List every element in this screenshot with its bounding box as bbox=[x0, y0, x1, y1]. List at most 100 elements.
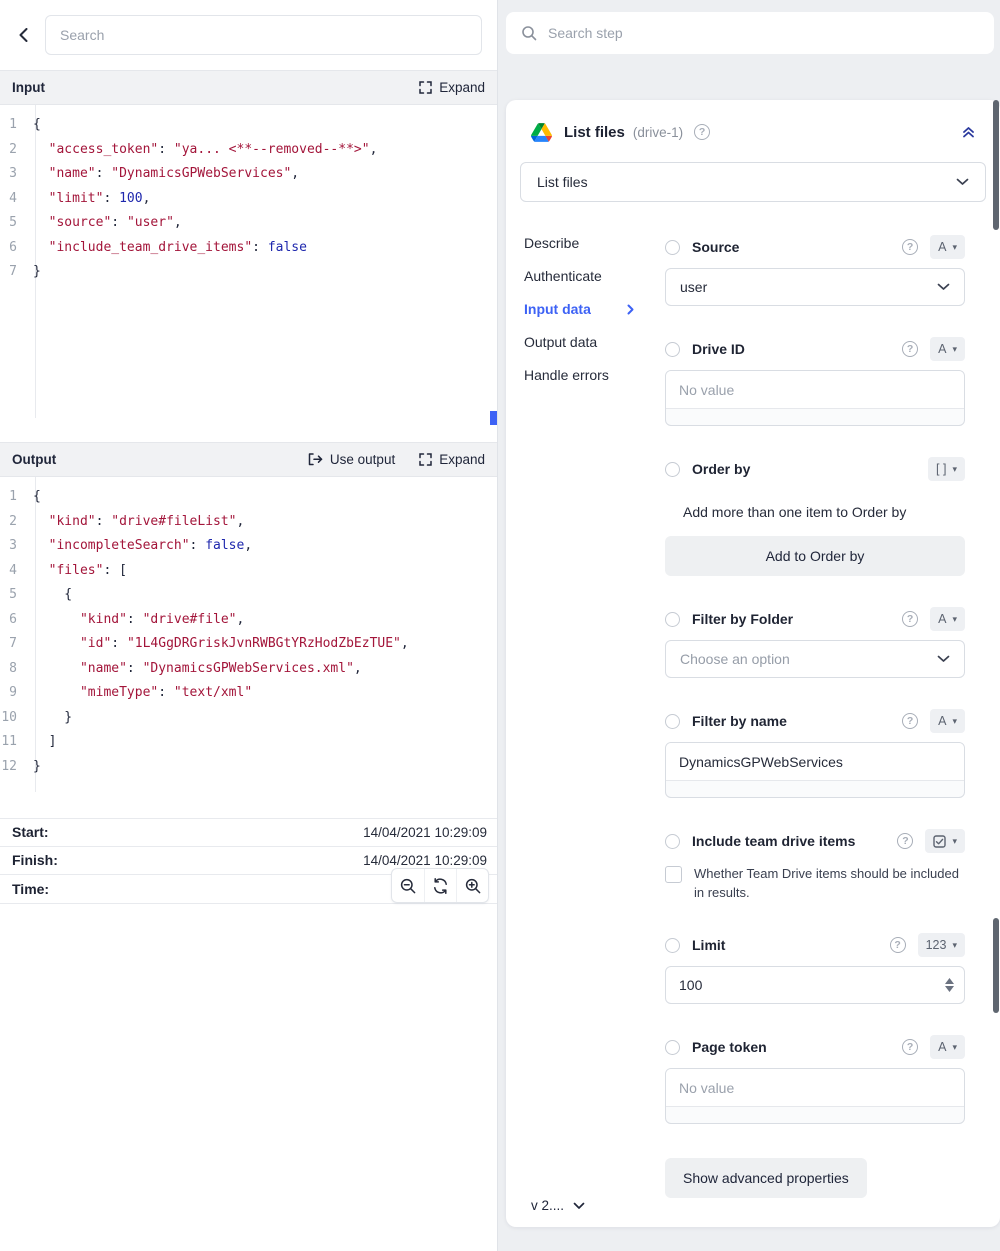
version-selector[interactable]: v 2.... bbox=[531, 1198, 585, 1213]
stepper-up-icon bbox=[945, 978, 954, 984]
field-radio[interactable] bbox=[665, 612, 680, 627]
field-order-by: Order by [ ] Add more than one item to O… bbox=[665, 458, 965, 576]
output-code-editor[interactable]: 1{2 "kind": "drive#fileList",3 "incomple… bbox=[0, 477, 497, 792]
search-input[interactable] bbox=[45, 15, 482, 55]
zoom-in-button[interactable] bbox=[456, 869, 488, 902]
config-tabs: Describe Authenticate Input data Output … bbox=[506, 224, 648, 1198]
input-code-editor[interactable]: 1{2 "access_token": "ya... <**--removed-… bbox=[0, 105, 497, 418]
filter-by-folder-select[interactable]: Choose an option bbox=[665, 640, 965, 678]
pane-resize-handle[interactable] bbox=[490, 411, 497, 425]
operation-select-value: List files bbox=[537, 174, 588, 190]
tab-authenticate[interactable]: Authenticate bbox=[524, 267, 648, 285]
tab-input-data[interactable]: Input data bbox=[524, 300, 648, 318]
code-line: 4 "limit": 100, bbox=[0, 187, 497, 212]
chevron-down-icon bbox=[937, 283, 950, 291]
type-selector[interactable]: A bbox=[930, 1035, 965, 1059]
drive-id-input-wrap bbox=[665, 370, 965, 426]
code-text: "id": "1L4GgDRGriskJvnRWBGtYRzHodZbEzTUE… bbox=[26, 632, 409, 657]
type-selector-label: 123 bbox=[926, 938, 947, 952]
show-advanced-properties-button[interactable]: Show advanced properties bbox=[665, 1158, 867, 1198]
start-value: 14/04/2021 10:29:09 bbox=[363, 825, 487, 840]
field-radio[interactable] bbox=[665, 342, 680, 357]
help-icon[interactable] bbox=[902, 239, 918, 255]
input-data-form: Source A user Drive ID bbox=[648, 224, 1000, 1198]
add-to-order-by-button[interactable]: Add to Order by bbox=[665, 536, 965, 576]
page-token-input[interactable] bbox=[666, 1069, 964, 1107]
field-header: Filter by name A bbox=[665, 710, 965, 732]
field-radio[interactable] bbox=[665, 1040, 680, 1055]
source-select-value: user bbox=[680, 279, 707, 295]
refresh-icon bbox=[432, 878, 449, 894]
chevron-right-icon bbox=[627, 304, 634, 315]
help-icon[interactable] bbox=[694, 124, 710, 140]
filter-by-folder-select-value: Choose an option bbox=[680, 651, 790, 667]
input-expand-button[interactable]: Expand bbox=[419, 80, 485, 95]
code-text: { bbox=[26, 583, 72, 608]
source-select[interactable]: user bbox=[665, 268, 965, 306]
tab-output-data[interactable]: Output data bbox=[524, 333, 648, 351]
limit-input[interactable] bbox=[668, 977, 945, 993]
type-selector-label: A bbox=[938, 240, 946, 254]
filter-by-name-input[interactable] bbox=[666, 743, 964, 781]
step-header: List files (drive-1) bbox=[506, 100, 1000, 158]
type-selector[interactable]: A bbox=[930, 607, 965, 631]
field-radio[interactable] bbox=[665, 834, 680, 849]
expand-icon bbox=[419, 81, 432, 94]
caret-down-icon bbox=[952, 344, 957, 355]
operation-select[interactable]: List files bbox=[520, 162, 986, 202]
caret-down-icon bbox=[952, 1042, 957, 1053]
help-icon[interactable] bbox=[902, 611, 918, 627]
number-stepper[interactable] bbox=[945, 978, 954, 992]
line-number: 10 bbox=[0, 706, 26, 731]
input-section-title: Input bbox=[12, 80, 45, 95]
scrollbar-thumb[interactable] bbox=[993, 918, 999, 1013]
code-line: 1{ bbox=[0, 485, 497, 510]
line-number: 7 bbox=[0, 260, 26, 285]
field-radio[interactable] bbox=[665, 462, 680, 477]
scrollbar-thumb[interactable] bbox=[993, 100, 999, 230]
expand-icon bbox=[419, 453, 432, 466]
tab-describe[interactable]: Describe bbox=[524, 234, 648, 252]
code-line: 5 { bbox=[0, 583, 497, 608]
stepper-down-icon bbox=[945, 986, 954, 992]
output-expand-button[interactable]: Expand bbox=[419, 452, 485, 467]
finish-value: 14/04/2021 10:29:09 bbox=[363, 853, 487, 868]
help-icon[interactable] bbox=[902, 1039, 918, 1055]
input-section-header: Input Expand bbox=[0, 70, 497, 105]
field-radio[interactable] bbox=[665, 714, 680, 729]
tab-handle-errors[interactable]: Handle errors bbox=[524, 366, 648, 384]
step-search-input[interactable] bbox=[548, 25, 979, 41]
line-number: 4 bbox=[0, 559, 26, 584]
help-icon[interactable] bbox=[890, 937, 906, 953]
code-line: 2 "access_token": "ya... <**--removed--*… bbox=[0, 138, 497, 163]
help-icon[interactable] bbox=[897, 833, 913, 849]
code-text: { bbox=[26, 113, 41, 138]
version-label: v 2.... bbox=[531, 1198, 564, 1213]
drive-id-input[interactable] bbox=[666, 371, 964, 409]
help-icon[interactable] bbox=[902, 341, 918, 357]
code-text: "include_team_drive_items": false bbox=[26, 236, 307, 261]
tab-label: Describe bbox=[524, 235, 579, 251]
team-drive-checkbox[interactable] bbox=[665, 866, 682, 883]
type-selector[interactable] bbox=[925, 829, 965, 853]
code-line: 7 "id": "1L4GgDRGriskJvnRWBGtYRzHodZbEzT… bbox=[0, 632, 497, 657]
field-radio[interactable] bbox=[665, 938, 680, 953]
type-selector[interactable]: A bbox=[930, 235, 965, 259]
field-radio[interactable] bbox=[665, 240, 680, 255]
type-selector[interactable]: A bbox=[930, 709, 965, 733]
order-by-hint: Add more than one item to Order by bbox=[665, 504, 965, 520]
start-row: Start: 14/04/2021 10:29:09 bbox=[0, 818, 497, 847]
back-button[interactable] bbox=[10, 22, 36, 48]
code-line: 11 ] bbox=[0, 730, 497, 755]
refresh-button[interactable] bbox=[424, 869, 456, 902]
type-selector[interactable]: A bbox=[930, 337, 965, 361]
type-selector[interactable]: 123 bbox=[918, 933, 965, 957]
caret-down-icon bbox=[952, 940, 957, 951]
help-icon[interactable] bbox=[902, 713, 918, 729]
zoom-out-button[interactable] bbox=[392, 869, 424, 902]
field-label: Page token bbox=[692, 1039, 767, 1055]
type-selector[interactable]: [ ] bbox=[928, 457, 965, 481]
code-text: } bbox=[26, 755, 41, 780]
collapse-button[interactable] bbox=[957, 121, 980, 143]
use-output-button[interactable]: Use output bbox=[308, 452, 395, 467]
